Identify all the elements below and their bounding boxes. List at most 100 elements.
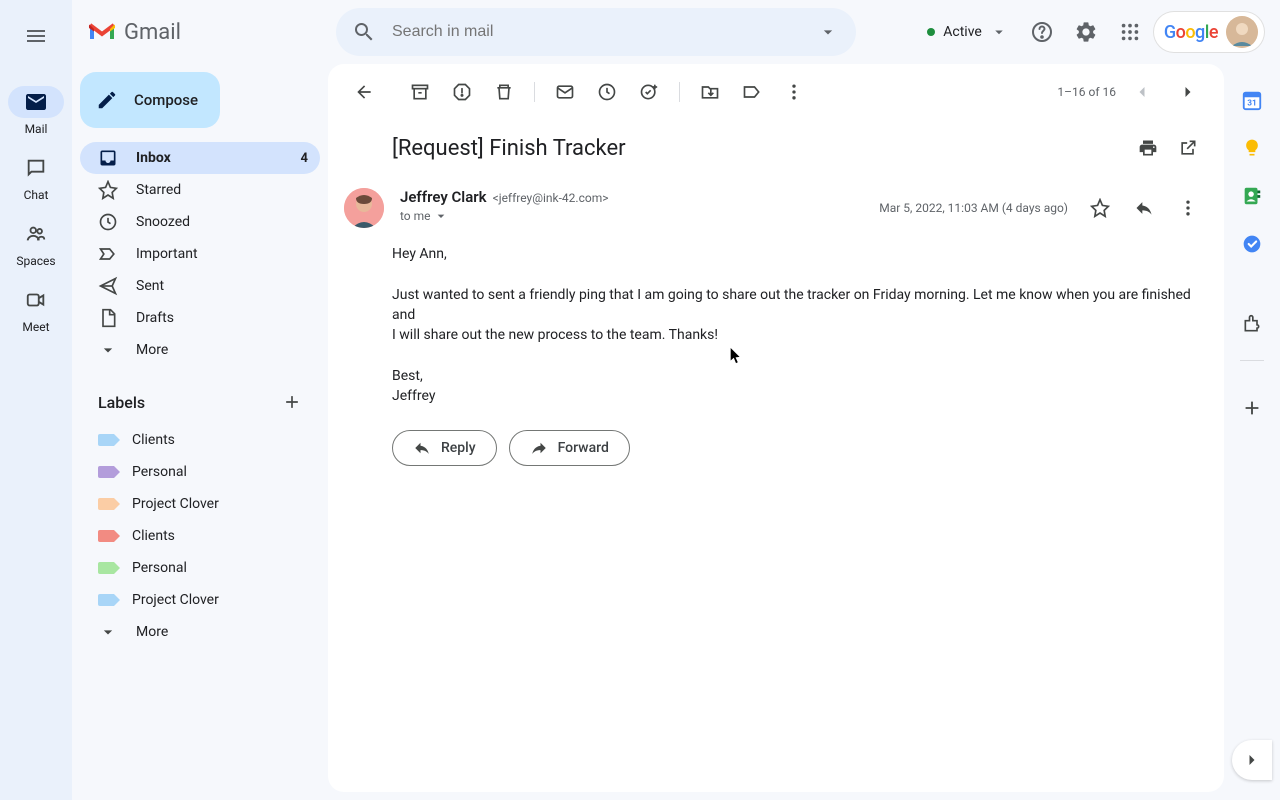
- rail-label: Spaces: [16, 254, 55, 268]
- main-menu-button[interactable]: [12, 12, 60, 60]
- prev-page-button[interactable]: [1122, 72, 1162, 112]
- snooze-button[interactable]: [587, 72, 627, 112]
- apps-button[interactable]: [1110, 12, 1150, 52]
- draft-icon: [98, 308, 118, 328]
- keep-icon: [1242, 138, 1262, 158]
- move-to-button[interactable]: [690, 72, 730, 112]
- reply-button[interactable]: Reply: [392, 430, 497, 466]
- sender-block: Jeffrey Clark <jeffrey@ink-42.com> to me: [400, 188, 863, 228]
- nav-label: Drafts: [136, 310, 308, 326]
- forward-icon: [530, 439, 548, 457]
- nav-label: More: [136, 342, 308, 358]
- menu-icon: [24, 24, 48, 48]
- open-in-new-icon: [1178, 138, 1198, 158]
- mark-unread-button[interactable]: [545, 72, 585, 112]
- compose-button[interactable]: Compose: [80, 72, 220, 128]
- label-text: Personal: [132, 560, 308, 576]
- label-swatch-icon: [98, 466, 114, 478]
- nav-label: Starred: [136, 182, 308, 198]
- label-item[interactable]: Clients: [80, 520, 320, 552]
- keep-app-button[interactable]: [1232, 128, 1272, 168]
- status-dot-icon: [927, 28, 935, 36]
- search-button[interactable]: [344, 12, 384, 52]
- sender-email: <jeffrey@ink-42.com>: [493, 191, 609, 205]
- label-item[interactable]: Project Clover: [80, 488, 320, 520]
- rail-item-spaces[interactable]: Spaces: [0, 212, 72, 278]
- forward-button[interactable]: Forward: [509, 430, 630, 466]
- spam-button[interactable]: [442, 72, 482, 112]
- calendar-app-button[interactable]: 31: [1232, 80, 1272, 120]
- labels-more[interactable]: More: [80, 616, 320, 648]
- label-item[interactable]: Personal: [80, 552, 320, 584]
- label-item[interactable]: Personal: [80, 456, 320, 488]
- nav-item-sent[interactable]: Sent: [80, 270, 320, 302]
- status-label: Active: [943, 24, 982, 40]
- mail-icon: [24, 90, 48, 114]
- chevron-left-icon: [1132, 82, 1152, 102]
- brand[interactable]: Gmail: [80, 20, 328, 45]
- body-row: Compose Inbox 4 Starred Snoozed: [72, 64, 1280, 800]
- nav-item-more[interactable]: More: [80, 334, 320, 366]
- recipient-dropdown[interactable]: to me: [400, 208, 863, 224]
- reply-icon-button[interactable]: [1124, 188, 1164, 228]
- google-logo: Google: [1164, 22, 1218, 43]
- rail-item-meet[interactable]: Meet: [0, 278, 72, 344]
- label-text: Personal: [132, 464, 308, 480]
- label-item[interactable]: Clients: [80, 424, 320, 456]
- delete-button[interactable]: [484, 72, 524, 112]
- gear-icon: [1074, 20, 1098, 44]
- open-new-window-button[interactable]: [1168, 128, 1208, 168]
- rail-item-mail[interactable]: Mail: [0, 80, 72, 146]
- compose-label: Compose: [134, 91, 198, 109]
- forward-label: Forward: [558, 440, 609, 456]
- account-chip[interactable]: Google: [1154, 12, 1264, 52]
- reply-icon: [413, 439, 431, 457]
- label-item[interactable]: Project Clover: [80, 584, 320, 616]
- message-header: [Request] Finish Tracker: [328, 120, 1224, 176]
- addons-button[interactable]: [1232, 304, 1272, 344]
- rail-label: Meet: [22, 320, 49, 334]
- message-more-button[interactable]: [1168, 188, 1208, 228]
- print-icon: [1138, 138, 1158, 158]
- label-swatch-icon: [98, 434, 114, 446]
- add-label-button[interactable]: [276, 386, 308, 418]
- message-body: Hey Ann, Just wanted to sent a friendly …: [328, 232, 1224, 406]
- add-task-button[interactable]: [629, 72, 669, 112]
- important-icon: [98, 244, 118, 264]
- message-subject: [Request] Finish Tracker: [392, 136, 1128, 161]
- arrow-back-icon: [354, 82, 374, 102]
- tasks-icon: [1242, 234, 1262, 254]
- label-text: Clients: [132, 432, 308, 448]
- nav-label: Snoozed: [136, 214, 308, 230]
- nav-item-snoozed[interactable]: Snoozed: [80, 206, 320, 238]
- reply-row: Reply Forward: [328, 406, 1224, 466]
- nav-item-inbox[interactable]: Inbox 4: [80, 142, 320, 174]
- print-button[interactable]: [1128, 128, 1168, 168]
- search-input[interactable]: [384, 23, 808, 41]
- search-bar[interactable]: [336, 8, 856, 56]
- archive-button[interactable]: [400, 72, 440, 112]
- contacts-app-button[interactable]: [1232, 176, 1272, 216]
- tasks-app-button[interactable]: [1232, 224, 1272, 264]
- clock-icon: [98, 212, 118, 232]
- side-panel-toggle[interactable]: [1232, 740, 1272, 780]
- back-button[interactable]: [344, 72, 384, 112]
- next-page-button[interactable]: [1168, 72, 1208, 112]
- chat-icon: [25, 157, 47, 179]
- nav-item-important[interactable]: Important: [80, 238, 320, 270]
- status-chip[interactable]: Active: [917, 14, 1018, 50]
- sender-avatar[interactable]: [344, 188, 384, 228]
- get-addons-button[interactable]: [1232, 388, 1272, 428]
- avatar[interactable]: [1226, 16, 1258, 48]
- more-button[interactable]: [774, 72, 814, 112]
- nav-item-starred[interactable]: Starred: [80, 174, 320, 206]
- nav-item-drafts[interactable]: Drafts: [80, 302, 320, 334]
- header: Gmail Active: [72, 0, 1280, 64]
- star-button[interactable]: [1080, 188, 1120, 228]
- support-button[interactable]: [1022, 12, 1062, 52]
- search-options-button[interactable]: [808, 12, 848, 52]
- labels-button[interactable]: [732, 72, 772, 112]
- settings-button[interactable]: [1066, 12, 1106, 52]
- nav-label: Sent: [136, 278, 308, 294]
- rail-item-chat[interactable]: Chat: [0, 146, 72, 212]
